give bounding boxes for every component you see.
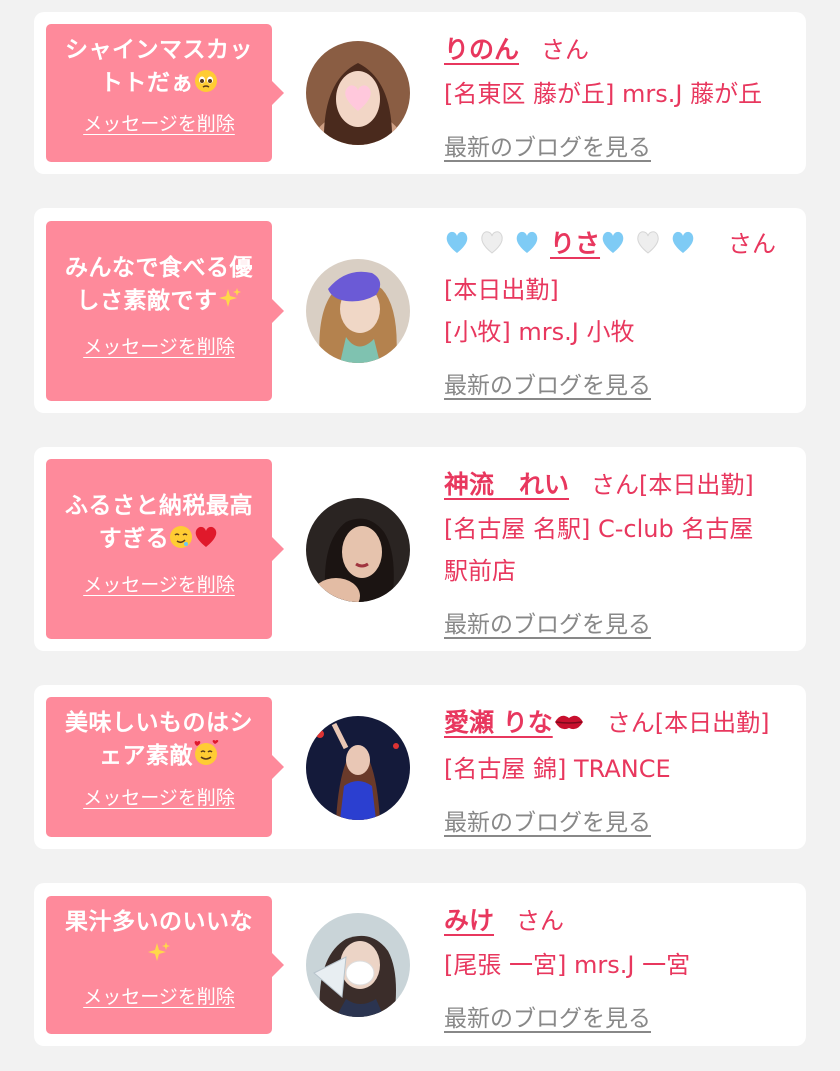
- cast-name-link[interactable]: りさ: [444, 229, 706, 258]
- name-line: りのん さん: [444, 30, 589, 66]
- name-line: 神流 れい さん[本日出勤]: [444, 465, 754, 501]
- shop-info: [名古屋 名駅] C-club 名古屋: [444, 515, 754, 543]
- message-text: ふるさと納税最高 すぎる: [52, 459, 266, 556]
- delete-message-link[interactable]: メッセージを削除: [83, 332, 235, 359]
- latest-blog-link[interactable]: 最新のブログを見る: [444, 999, 651, 1033]
- shop-info: [名古屋 錦] TRANCE: [444, 755, 671, 783]
- cast-name-link[interactable]: 神流 れい: [444, 470, 569, 499]
- message-card: 果汁多いのいいな メッセージを削除 みけ さん [尾張 一宮] mrs.J 一宮 …: [34, 883, 806, 1046]
- name-line: りさ さん: [444, 224, 776, 260]
- message-bubble: みんなで食べる優 しさ素敵です メッセージを削除: [46, 221, 284, 401]
- message-card: ふるさと納税最高 すぎる メッセージを削除 神流 れい さん[本日出勤] [名古屋…: [34, 447, 806, 651]
- message-text: 果汁多いのいいな: [52, 896, 266, 972]
- message-text-line: 果汁多いのいいな: [65, 909, 253, 935]
- message-bubble: ふるさと納税最高 すぎる メッセージを削除: [46, 459, 284, 639]
- latest-blog-link[interactable]: 最新のブログを見る: [444, 605, 651, 639]
- message-text-line: トトだぁ: [52, 67, 266, 100]
- message-bubble: 美味しいものはシ ェア素敵 メッセージを削除: [46, 697, 284, 837]
- message-text-line: ふるさと納税最高: [65, 493, 253, 519]
- cast-name-link[interactable]: りのん: [444, 35, 519, 64]
- message-text-line: しさ素敵です: [52, 285, 266, 318]
- work-status: [本日出勤]: [654, 709, 770, 737]
- delete-message-link[interactable]: メッセージを削除: [83, 783, 235, 810]
- message-text-line: 美味しいものはシ: [65, 710, 253, 736]
- message-text-line: すぎる: [52, 523, 266, 556]
- light-blue-hearts-icon: [602, 231, 694, 254]
- message-text-line: みんなで食べる優: [65, 255, 253, 281]
- message-bubble: 果汁多いのいいな メッセージを削除: [46, 896, 284, 1034]
- pleading-face-icon: [195, 70, 217, 92]
- shop-info: [尾張 一宮] mrs.J 一宮: [444, 951, 691, 979]
- light-blue-hearts-icon: [446, 231, 538, 254]
- avatar[interactable]: [306, 41, 410, 145]
- smiling-face-with-hearts-icon: [194, 740, 219, 765]
- shop-info-continued: 駅前店: [444, 557, 516, 585]
- delete-message-link[interactable]: メッセージを削除: [83, 570, 235, 597]
- name-line: 愛瀬 りな さん[本日出勤]: [444, 703, 769, 739]
- san-suffix: さん: [606, 709, 655, 737]
- latest-blog-link[interactable]: 最新のブログを見る: [444, 366, 651, 400]
- san-suffix: さん: [591, 471, 640, 499]
- message-text: 美味しいものはシ ェア素敵: [52, 697, 266, 773]
- avatar[interactable]: [306, 498, 410, 602]
- san-suffix: さん: [516, 907, 565, 935]
- san-suffix: さん: [728, 230, 777, 258]
- cast-name-link[interactable]: 愛瀬 りな: [444, 708, 585, 737]
- drooling-face-icon: [170, 526, 193, 548]
- cast-name-link[interactable]: みけ: [444, 906, 494, 935]
- delete-message-link[interactable]: メッセージを削除: [83, 982, 235, 1009]
- san-suffix: さん: [541, 36, 590, 64]
- name-line: みけ さん: [444, 901, 564, 937]
- message-text-line: ェア素敵: [52, 740, 266, 773]
- message-text: シャインマスカッ トトだぁ: [52, 24, 266, 100]
- latest-blog-link[interactable]: 最新のブログを見る: [444, 128, 651, 162]
- message-card: シャインマスカッ トトだぁ メッセージを削除 りのん さん [名東区 藤が丘] m…: [34, 12, 806, 174]
- shop-info: [名東区 藤が丘] mrs.J 藤が丘: [444, 80, 763, 108]
- sparkles-icon: [218, 288, 241, 307]
- message-text-line: シャインマスカッ: [65, 37, 253, 63]
- work-status: [本日出勤]: [639, 471, 754, 499]
- message-bubble: シャインマスカッ トトだぁ メッセージを削除: [46, 24, 284, 162]
- avatar[interactable]: [306, 259, 410, 363]
- avatar[interactable]: [306, 716, 410, 820]
- message-card: 美味しいものはシ ェア素敵 メッセージを削除 愛瀬 りな さん[本日出勤] [名古…: [34, 685, 806, 849]
- work-status: [本日出勤]: [444, 276, 559, 304]
- latest-blog-link[interactable]: 最新のブログを見る: [444, 803, 651, 837]
- sparkles-icon: [148, 942, 170, 961]
- avatar[interactable]: [306, 913, 410, 1017]
- shop-info: [小牧] mrs.J 小牧: [444, 318, 635, 346]
- message-text: みんなで食べる優 しさ素敵です: [52, 221, 266, 318]
- red-heart-icon: [195, 526, 217, 547]
- message-text-line: [52, 939, 266, 972]
- delete-message-link[interactable]: メッセージを削除: [83, 109, 235, 136]
- message-card: みんなで食べる優 しさ素敵です メッセージを削除 りさ さん [本日出勤] [小…: [34, 208, 806, 413]
- kiss-mark-icon: [554, 715, 583, 730]
